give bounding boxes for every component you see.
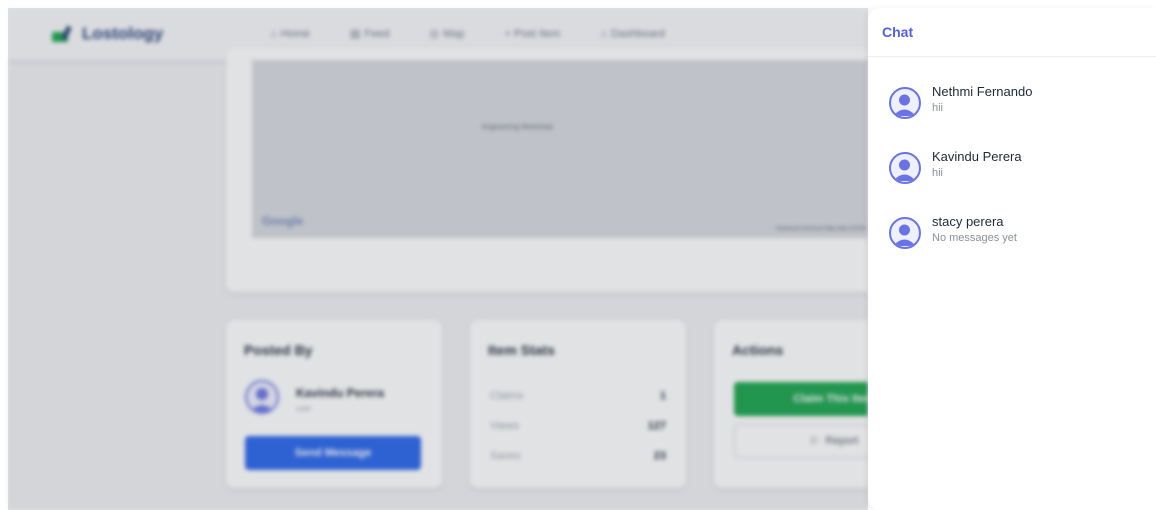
poster-name: Kavindu Perera: [296, 386, 385, 400]
stat-row-saves: Saves 23: [490, 450, 666, 462]
user-icon: [893, 224, 916, 246]
poster-avatar: [245, 380, 279, 414]
map-pin-icon: ◎: [429, 28, 440, 40]
chat-conversation-item[interactable]: stacy perera No messages yet: [868, 204, 1156, 258]
divider: [868, 56, 1156, 57]
map-attribution: Keyboard shortcuts Map data ©2025: [776, 226, 866, 232]
item-stats-card: Item Stats Claims 1 Views 127 Saves 23: [470, 320, 686, 488]
stat-row-claims: Claims 1: [490, 390, 666, 402]
conversation-preview: hii: [932, 167, 944, 179]
stat-value: 127: [647, 420, 666, 432]
nav-map-label: Map: [443, 27, 465, 40]
flag-icon: ⚐: [809, 435, 820, 448]
conversation-name: stacy perera: [932, 214, 1004, 229]
actions-card: Actions Claim This Item ⚐ Report: [714, 320, 868, 488]
avatar: [889, 152, 921, 184]
nav-links: ⌂ Home ▤ Feed ◎ Map + Post Item ⌂ Dashbo…: [270, 27, 705, 41]
feed-icon: ▤: [350, 28, 361, 40]
stat-label: Saves: [490, 450, 521, 462]
nav-dashboard[interactable]: ⌂ Dashboard: [600, 27, 664, 40]
stat-value: 1: [659, 390, 666, 402]
location-map[interactable]: Engineering Workshop Google Keyboard sho…: [252, 60, 868, 238]
chat-conversation-item[interactable]: Nethmi Fernando hii: [868, 74, 1156, 128]
report-button[interactable]: ⚐ Report: [734, 424, 868, 458]
user-icon: [893, 159, 916, 181]
nav-post-item-label: + Post Item: [504, 27, 561, 40]
actions-title: Actions: [732, 342, 784, 358]
brand-name: Lostology: [82, 24, 164, 43]
conversation-preview: No messages yet: [932, 232, 1017, 244]
conversation-preview: hii: [932, 102, 944, 114]
map-place-label: Engineering Workshop: [482, 124, 553, 131]
chat-conversation-item[interactable]: Kavindu Perera hii: [868, 139, 1156, 193]
avatar: [889, 87, 921, 119]
nav-feed[interactable]: ▤ Feed: [350, 27, 390, 41]
posted-by-title: Posted By: [244, 342, 313, 358]
brand-logo[interactable]: Lostology: [52, 24, 163, 44]
nav-post-item[interactable]: + Post Item: [505, 27, 561, 40]
claim-item-button[interactable]: Claim This Item: [734, 382, 868, 416]
background-page: Lostology ⌂ Home ▤ Feed ◎ Map + Post Ite…: [8, 8, 868, 510]
avatar: [889, 217, 921, 249]
nav-dashboard-label: Dashboard: [611, 27, 665, 40]
logo-icon: [52, 25, 74, 42]
posted-by-card: Posted By Kavindu Perera user Send Messa…: [226, 320, 442, 488]
user-icon: [893, 94, 916, 116]
dashboard-icon: ⌂: [600, 27, 608, 40]
conversation-name: Kavindu Perera: [932, 149, 1022, 164]
google-logo: Google: [262, 214, 304, 228]
conversation-name: Nethmi Fernando: [932, 84, 1033, 99]
chat-title: Chat: [882, 24, 914, 40]
user-icon: [250, 388, 274, 412]
map-card: Engineering Workshop Google Keyboard sho…: [226, 48, 868, 292]
report-label: Report: [825, 435, 859, 447]
nav-map[interactable]: ◎ Map: [429, 27, 465, 41]
nav-feed-label: Feed: [364, 27, 390, 40]
nav-home[interactable]: ⌂ Home: [270, 27, 310, 40]
home-icon: ⌂: [270, 27, 277, 40]
stat-row-views: Views 127: [490, 420, 666, 432]
stat-label: Claims: [490, 390, 524, 402]
stat-value: 23: [653, 450, 666, 462]
nav-home-label: Home: [280, 27, 310, 40]
item-stats-title: Item Stats: [488, 342, 555, 358]
chat-panel: Chat Nethmi Fernando hii Kavindu Perera …: [868, 8, 1156, 510]
send-message-button[interactable]: Send Message: [245, 436, 421, 470]
stat-label: Views: [490, 420, 520, 432]
poster-role: user: [296, 404, 312, 413]
